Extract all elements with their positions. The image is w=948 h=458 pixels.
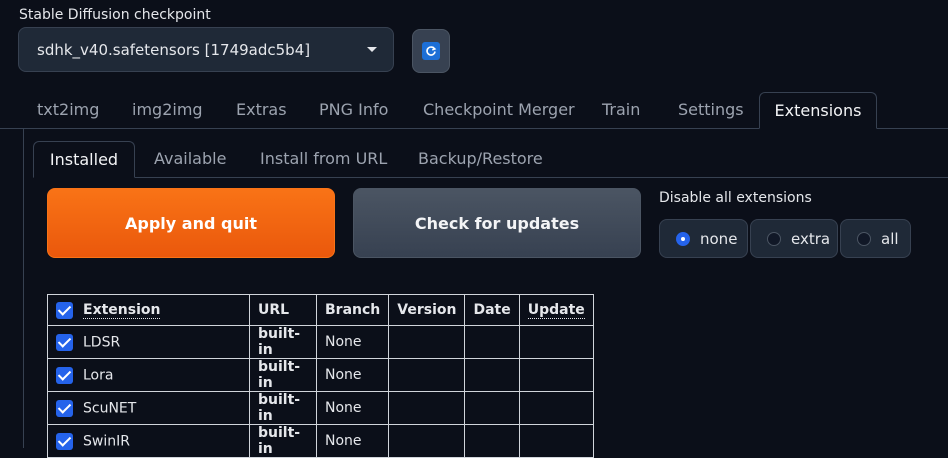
url-cell: built-in (249, 325, 317, 359)
checkpoint-value: sdhk_v40.safetensors [1749adc5b4] (37, 40, 311, 59)
radio-all-label: all (881, 229, 899, 248)
radio-none[interactable]: none (659, 219, 748, 258)
radio-selected-icon (676, 231, 690, 246)
extension-checkbox[interactable] (56, 366, 73, 384)
radio-extra-label: extra (791, 229, 831, 248)
extension-checkbox[interactable] (56, 333, 73, 351)
refresh-icon (422, 42, 440, 60)
tab-checkpoint-merger[interactable]: Checkpoint Merger (423, 92, 575, 128)
header-date: Date (464, 294, 520, 326)
header-update: Update (518, 294, 594, 326)
extension-cell: Lora (47, 358, 250, 392)
date-cell (464, 424, 520, 458)
header-version: Version (388, 294, 466, 326)
update-cell (518, 325, 594, 359)
radio-extra[interactable]: extra (750, 219, 838, 258)
header-extension: Extension (47, 294, 250, 326)
tab-extras[interactable]: Extras (236, 92, 287, 128)
url-cell: built-in (249, 391, 317, 425)
extension-checkbox[interactable] (56, 432, 73, 450)
extension-name: SwinIR (83, 433, 130, 449)
select-all-checkbox[interactable] (56, 301, 73, 319)
disable-extensions-label: Disable all extensions (659, 190, 812, 206)
tab-backup-restore[interactable]: Backup/Restore (418, 141, 543, 177)
table-header-row: Extension URL Branch Version Date Update (47, 294, 594, 326)
checkpoint-label: Stable Diffusion checkpoint (19, 7, 211, 23)
refresh-checkpoint-button[interactable] (412, 29, 450, 73)
table-row: Lora built-in None (47, 358, 594, 392)
check-for-updates-button[interactable]: Check for updates (353, 188, 641, 258)
header-update-label: Update (527, 302, 585, 319)
extension-name: LDSR (83, 334, 121, 350)
extension-name: Lora (83, 367, 114, 383)
main-tab-bar: txt2img img2img Extras PNG Info Checkpoi… (0, 92, 948, 129)
table-row: SwinIR built-in None (47, 424, 594, 458)
extension-name: ScuNET (83, 400, 137, 416)
url-cell: built-in (249, 358, 317, 392)
date-cell (464, 358, 520, 392)
date-cell (464, 391, 520, 425)
table-row: ScuNET built-in None (47, 391, 594, 425)
apply-and-quit-button[interactable]: Apply and quit (47, 188, 335, 258)
update-cell (518, 391, 594, 425)
tab-available[interactable]: Available (154, 141, 226, 177)
update-cell (518, 358, 594, 392)
version-cell (388, 424, 466, 458)
branch-cell: None (315, 391, 390, 425)
header-extension-label: Extension (83, 302, 161, 319)
tab-install-from-url[interactable]: Install from URL (260, 141, 387, 177)
extension-cell: LDSR (47, 325, 250, 359)
url-cell: built-in (249, 424, 317, 458)
version-cell (388, 391, 466, 425)
extension-cell: SwinIR (47, 424, 250, 458)
version-cell (388, 358, 466, 392)
version-cell (388, 325, 466, 359)
header-url: URL (249, 294, 317, 326)
tab-extensions[interactable]: Extensions (759, 92, 877, 129)
tab-installed[interactable]: Installed (33, 141, 135, 178)
radio-none-label: none (700, 229, 738, 248)
extension-cell: ScuNET (47, 391, 250, 425)
radio-all[interactable]: all (840, 219, 911, 258)
chevron-down-icon (367, 47, 377, 52)
checkpoint-dropdown[interactable]: sdhk_v40.safetensors [1749adc5b4] (18, 27, 394, 72)
update-cell (518, 424, 594, 458)
tab-train[interactable]: Train (602, 92, 640, 128)
tab-img2img[interactable]: img2img (132, 92, 203, 128)
extension-checkbox[interactable] (56, 399, 73, 417)
branch-cell: None (315, 325, 390, 359)
extensions-table: Extension URL Branch Version Date Update… (47, 294, 594, 458)
tab-txt2img[interactable]: txt2img (37, 92, 99, 128)
branch-cell: None (315, 424, 390, 458)
branch-cell: None (315, 358, 390, 392)
header-branch: Branch (315, 294, 390, 326)
tab-settings[interactable]: Settings (678, 92, 744, 128)
date-cell (464, 325, 520, 359)
table-row: LDSR built-in None (47, 325, 594, 359)
radio-unselected-icon (857, 231, 871, 246)
radio-unselected-icon (767, 231, 781, 246)
sub-tab-bar: Installed Available Install from URL Bac… (33, 141, 948, 178)
tab-png-info[interactable]: PNG Info (319, 92, 388, 128)
